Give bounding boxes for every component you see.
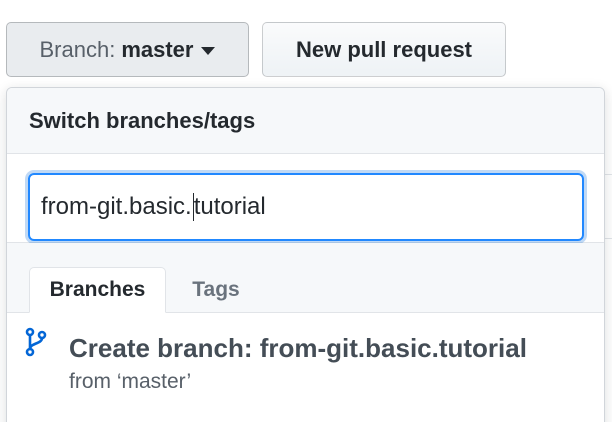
filter-text-before-cursor: from-git.basic. [41,193,192,220]
branch-dropdown-menu: Switch branches/tags from-git.basic. tuto… [6,87,605,422]
background-divider [604,238,612,239]
git-branch-icon [25,327,47,357]
create-branch-item[interactable]: Create branch: from-git.basic.tutorial f… [7,313,604,422]
filter-text-after-cursor: tutorial [193,193,266,220]
create-branch-title: Create branch: from-git.basic.tutorial [69,333,527,363]
branch-select-button[interactable]: Branch: master [6,22,249,77]
create-branch-source: from ‘master’ [69,370,192,393]
background-divider [604,174,612,175]
dropdown-filter: from-git.basic. tutorial [7,154,604,243]
caret-down-icon [201,46,216,55]
dropdown-header: Switch branches/tags [7,88,604,154]
current-branch-label: master [121,36,194,62]
new-pull-request-button[interactable]: New pull request [262,22,506,77]
branch-prefix-label: Branch: [39,36,116,62]
dropdown-title: Switch branches/tags [29,107,256,133]
branch-filter-input[interactable]: from-git.basic. tutorial [28,173,584,241]
tab-branches[interactable]: Branches [29,267,166,313]
dropdown-tabs: Branches Tags [7,243,604,313]
tab-tags[interactable]: Tags [175,267,257,313]
